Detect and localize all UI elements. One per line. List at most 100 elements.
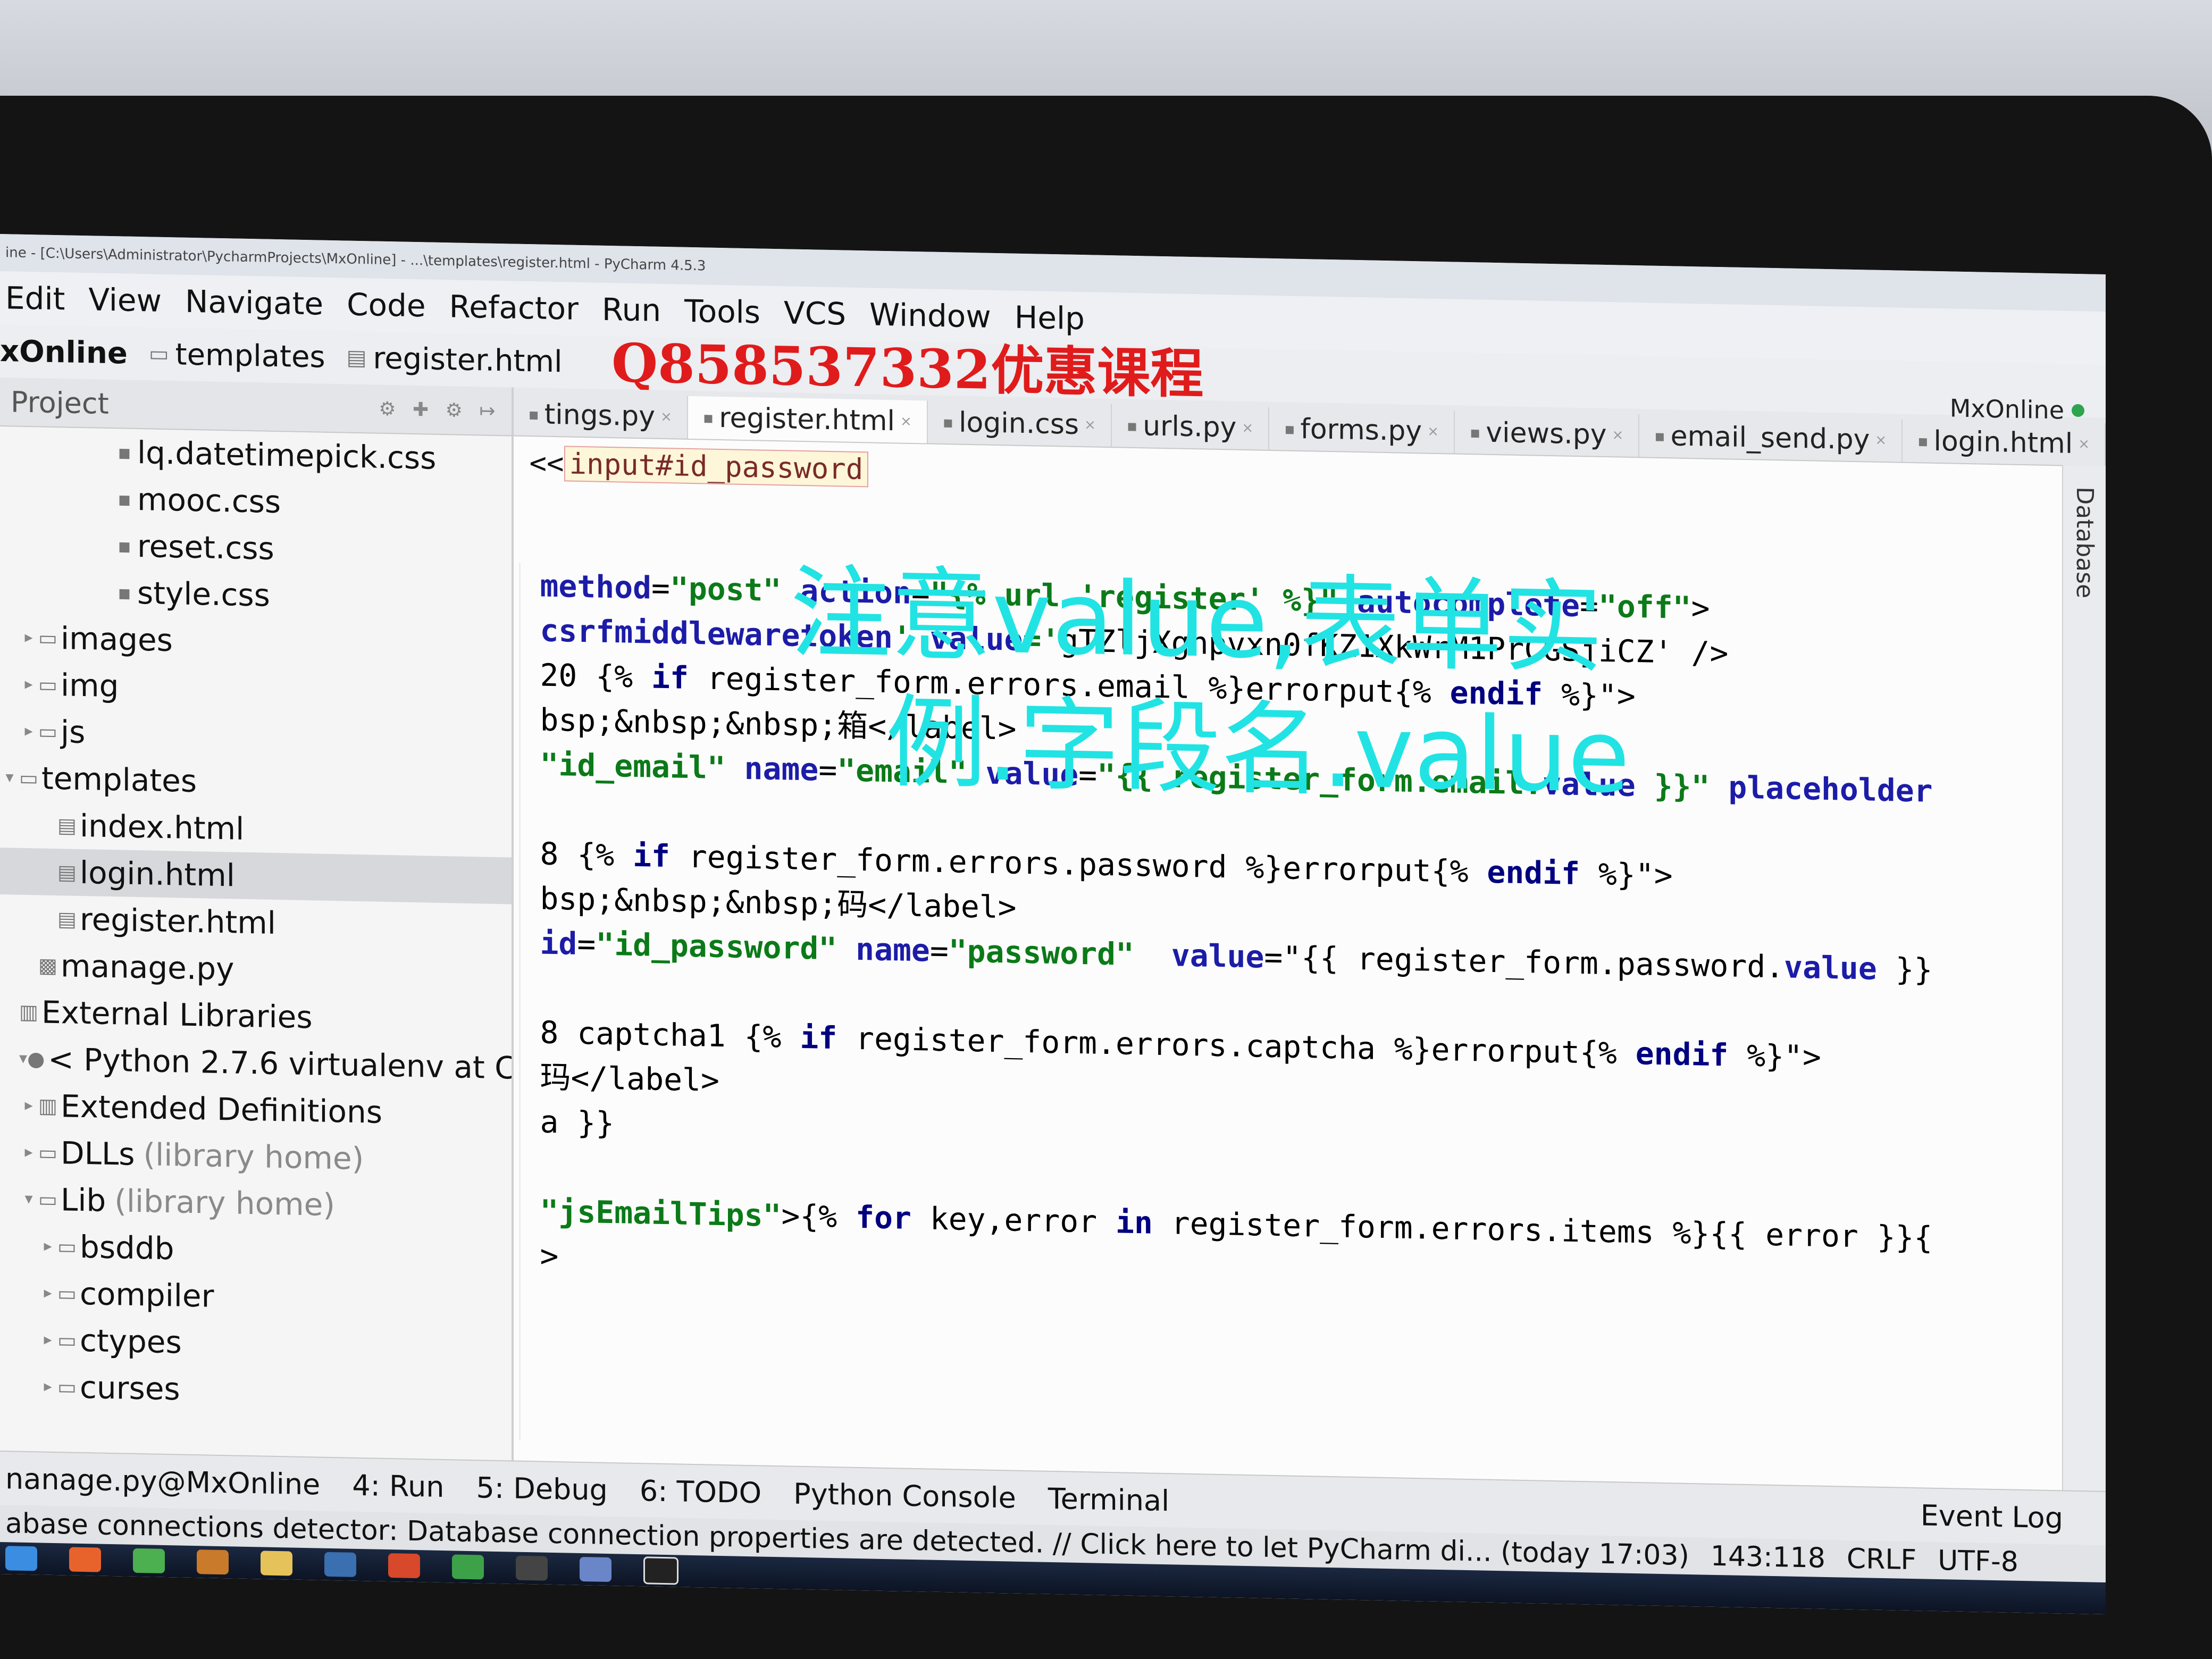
editor-pane: ▪ tings.py × ▪ register.html × ▪ login.css × ▪ url… [513, 387, 2106, 1493]
editor-tab[interactable]: ▪ email_send.py × [1639, 414, 1903, 462]
close-tab-icon[interactable]: × [2078, 436, 2090, 452]
wechat-icon[interactable] [452, 1554, 484, 1580]
editor-tab[interactable]: ▪ login.html × [1903, 419, 2106, 466]
collapsed-arrow-icon[interactable]: ▸ [38, 1363, 57, 1410]
editor-tab[interactable]: ▪ views.py × [1455, 410, 1640, 457]
collapsed-arrow-icon[interactable] [19, 965, 38, 966]
collapsed-arrow-icon[interactable]: ▸ [38, 1222, 57, 1270]
tab-label: tings.py [544, 398, 656, 433]
run-configuration[interactable]: MxOnline [1950, 393, 2084, 425]
nav-file[interactable]: ▤ register.html [347, 340, 563, 379]
expanded-arrow-icon[interactable]: ▾ [19, 1035, 27, 1082]
folder-icon: ▭ [57, 1328, 77, 1352]
breadcrumb-tag[interactable]: input#id_password [564, 446, 869, 488]
tree-item[interactable]: ▾ ▭ templates [0, 754, 512, 810]
menu-run[interactable]: Run [602, 291, 661, 329]
tree-item[interactable]: ▸ ▭ curses [0, 1362, 512, 1419]
tab-label: urls.py [1143, 410, 1237, 444]
collapsed-arrow-icon[interactable] [0, 1011, 19, 1012]
network-icon[interactable] [324, 1552, 356, 1577]
close-tab-icon[interactable]: × [1427, 424, 1439, 440]
folder-icon: ▭ [38, 1141, 57, 1165]
file-icon: ▪ [528, 405, 539, 424]
collapsed-arrow-icon[interactable] [96, 498, 115, 499]
project-panel-title[interactable]: Project [11, 385, 109, 421]
menu-refactor[interactable]: Refactor [449, 288, 579, 327]
pycharm-icon[interactable] [580, 1556, 611, 1582]
nav-folder[interactable]: ▭ templates [149, 337, 325, 374]
close-tab-icon[interactable]: × [660, 409, 672, 425]
collapsed-arrow-icon[interactable]: ▸ [19, 1129, 38, 1176]
database-tool-button[interactable]: Database [2071, 487, 2098, 599]
line-separator[interactable]: CRLF [1847, 1543, 1916, 1577]
terminal-icon[interactable] [643, 1556, 678, 1585]
file-icon: ▪ [1470, 423, 1481, 442]
file-icon: ▪ [702, 408, 714, 428]
menu-code[interactable]: Code [347, 287, 425, 324]
collapsed-arrow-icon[interactable]: ▸ [38, 1269, 57, 1317]
close-tab-icon[interactable]: × [1242, 420, 1253, 436]
tool-python-console[interactable]: Python Console [793, 1477, 1016, 1514]
editor-tab[interactable]: ▪ login.css × [927, 400, 1112, 447]
close-tab-icon[interactable]: × [1084, 417, 1096, 433]
code-editor[interactable]: method="post" action="{% url 'register' … [540, 563, 2058, 1307]
main-area: Project ⚙ ✚ ⚙ ↦ ▪ lq.datetimepick.css ▪ moo… [0, 378, 2106, 1493]
nav-project[interactable]: xOnline [0, 334, 128, 371]
collapsed-arrow-icon[interactable]: ▸ [19, 708, 38, 755]
powerpoint-icon[interactable] [388, 1553, 420, 1579]
tree-item-label: index.html [80, 807, 245, 847]
collapsed-arrow-icon[interactable] [96, 545, 115, 546]
editor-tab[interactable]: ▪ urls.py × [1111, 404, 1270, 450]
close-tab-icon[interactable]: × [1875, 432, 1887, 448]
menu-tools[interactable]: Tools [684, 293, 760, 331]
menu-help[interactable]: Help [1015, 299, 1085, 337]
browser-icon[interactable] [133, 1548, 165, 1573]
project-panel: Project ⚙ ✚ ⚙ ↦ ▪ lq.datetimepick.css ▪ moo… [0, 378, 514, 1462]
tab-label: forms.py [1300, 413, 1422, 448]
editor-tab[interactable]: ▪ tings.py × [513, 392, 688, 439]
tree-item-note: (library home) [114, 1183, 335, 1224]
collapsed-arrow-icon[interactable] [96, 451, 115, 452]
close-tab-icon[interactable]: × [900, 414, 912, 430]
run-config-name[interactable]: MxOnline [1950, 393, 2064, 424]
editor-tab[interactable]: ▪ forms.py × [1269, 407, 1455, 454]
tool-debug[interactable]: 5: Debug [476, 1471, 608, 1507]
event-log-button[interactable]: Event Log [1921, 1498, 2063, 1535]
project-panel-tools[interactable]: ⚙ ✚ ⚙ ↦ [379, 398, 500, 422]
collapsed-arrow-icon[interactable]: ▸ [19, 661, 38, 708]
caret-position[interactable]: 143:118 [1711, 1540, 1825, 1574]
file-icon: ▪ [1654, 426, 1665, 446]
cmd-icon[interactable] [516, 1555, 548, 1581]
tool-terminal[interactable]: Terminal [1048, 1481, 1169, 1517]
menu-window[interactable]: Window [869, 296, 991, 334]
editor-tab[interactable]: ▪ register.html × [688, 396, 928, 443]
collapsed-arrow-icon[interactable]: ▸ [19, 1082, 38, 1129]
collapsed-arrow-icon[interactable]: ▸ [19, 614, 38, 661]
file-icon: ▪ [1917, 431, 1929, 451]
tree-item-label: External Libraries [41, 994, 313, 1036]
app-icon[interactable] [197, 1549, 229, 1575]
menu-view[interactable]: View [88, 281, 162, 319]
tree-item-label: templates [41, 760, 197, 800]
tool-run[interactable]: 4: Run [352, 1468, 444, 1503]
editor-breadcrumb[interactable]: << input#id_password [530, 446, 869, 488]
tree-item-label: ctypes [80, 1322, 182, 1361]
expanded-arrow-icon[interactable]: ▾ [19, 1176, 38, 1223]
tool-todo[interactable]: 6: TODO [640, 1474, 761, 1510]
expanded-arrow-icon[interactable]: ▾ [0, 754, 19, 801]
folder-icon[interactable] [261, 1551, 292, 1576]
tree-item[interactable]: ▾ ▭ Lib (library home) [0, 1175, 512, 1231]
firefox-icon[interactable] [69, 1547, 101, 1572]
close-tab-icon[interactable]: × [1612, 427, 1624, 443]
menu-edit[interactable]: Edit [5, 280, 65, 317]
menu-vcs[interactable]: VCS [784, 295, 846, 332]
tree-item-label: curses [80, 1369, 180, 1407]
collapsed-arrow-icon[interactable]: ▸ [38, 1316, 57, 1363]
collapsed-arrow-icon[interactable] [38, 918, 57, 919]
pycharm-window: ine - [C:\Users\Administrator\PycharmPro… [0, 234, 2106, 1615]
file-encoding[interactable]: UTF-8 [1938, 1545, 2018, 1578]
start-icon[interactable] [5, 1546, 37, 1571]
folder-icon: ▭ [38, 626, 57, 650]
run-icon[interactable] [2072, 404, 2084, 417]
menu-navigate[interactable]: Navigate [185, 283, 323, 322]
